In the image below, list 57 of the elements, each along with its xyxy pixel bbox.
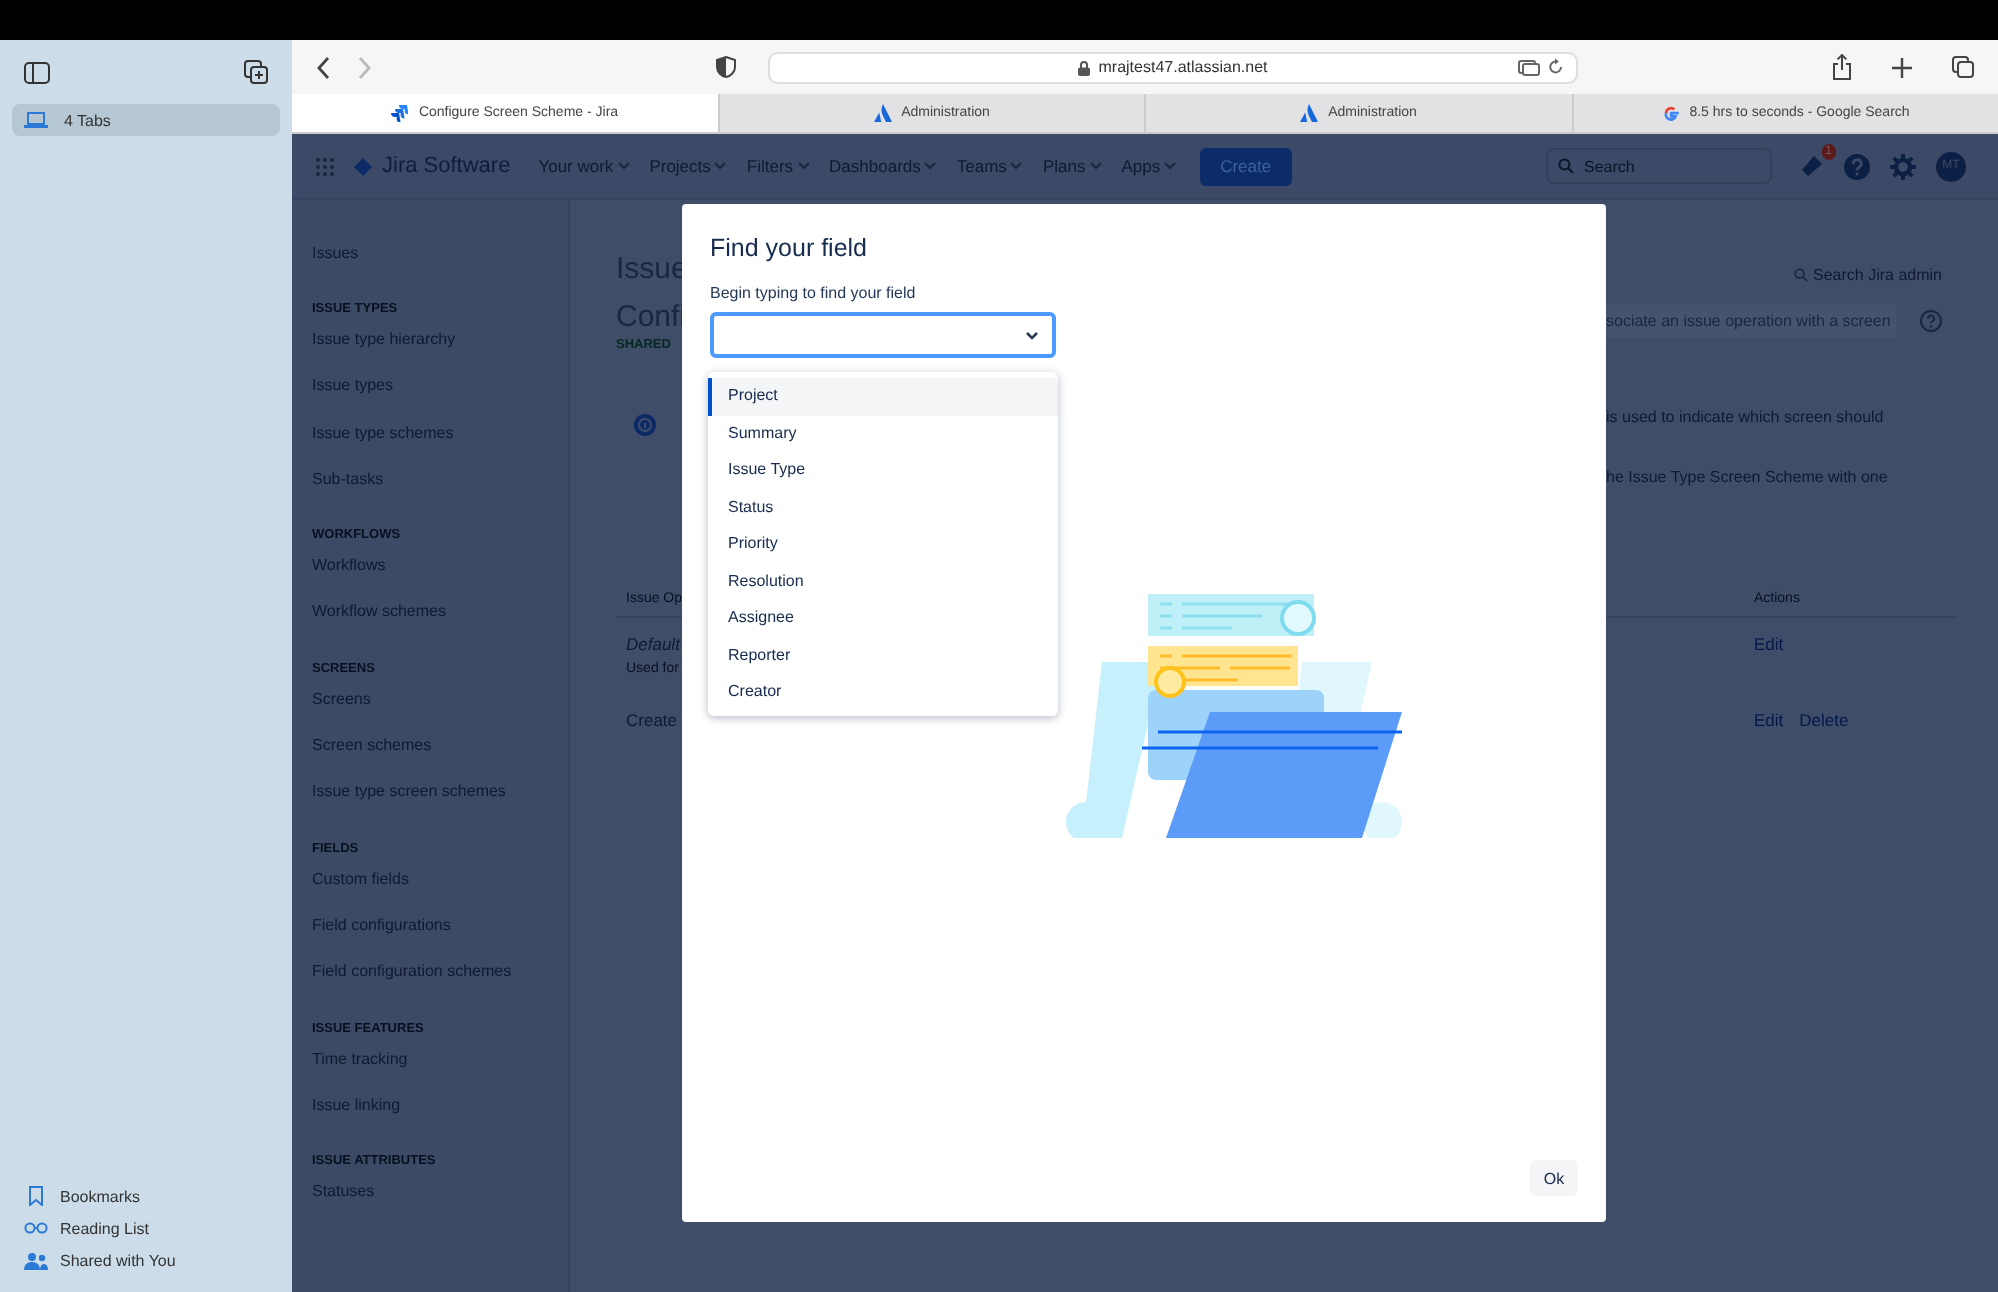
chevron-down-icon: [1026, 331, 1038, 339]
triangle-logo-icon: [1300, 104, 1319, 122]
field-select[interactable]: [710, 312, 1056, 358]
search-icon: [1793, 268, 1808, 282]
dropdown-option[interactable]: Priority: [708, 526, 1058, 563]
dialog-title: Find your field: [710, 232, 870, 264]
jira-logo-icon: [390, 104, 409, 122]
ok-button[interactable]: Ok: [1530, 1160, 1578, 1196]
field-label: Begin typing to find your field: [710, 284, 918, 302]
search-field[interactable]: Search: [1546, 148, 1772, 184]
caret-icon: [1010, 162, 1023, 170]
caret-icon: [617, 162, 630, 170]
search-admin-link[interactable]: Search Jira admin: [1606, 262, 1998, 288]
caret-icon: [1164, 162, 1177, 170]
sidebar-link[interactable]: Shared with You: [12, 1244, 280, 1276]
caret-icon: [797, 162, 810, 170]
action-link[interactable]: Delete: [1799, 710, 1849, 730]
address-bar[interactable]: mrajtest47.atlassian.net: [768, 51, 1578, 83]
back-icon[interactable]: [316, 55, 332, 79]
action-link[interactable]: Edit: [1754, 634, 1784, 654]
dropdown-option[interactable]: Reporter: [708, 637, 1058, 674]
table-cell: Default: [626, 634, 682, 654]
tabs-overview-icon[interactable]: [1952, 56, 1974, 78]
dropdown-option[interactable]: Creator: [708, 674, 1058, 711]
tab-group[interactable]: 4 Tabs: [12, 104, 280, 136]
caret-icon: [924, 162, 937, 170]
share-icon[interactable]: [1832, 54, 1852, 80]
new-tab-group-icon[interactable]: [244, 60, 268, 84]
dropdown-option[interactable]: Project: [708, 378, 1058, 415]
sidebar-link[interactable]: Bookmarks: [12, 1180, 280, 1212]
info-text: is used to indicate which screen should: [1606, 408, 1886, 430]
google-g-icon: [1661, 104, 1680, 122]
dropdown-option[interactable]: Status: [708, 489, 1058, 526]
laptop-icon: [24, 112, 48, 128]
triangle-logo-icon: [873, 104, 892, 122]
shield-icon[interactable]: [716, 56, 736, 78]
reader-icon[interactable]: [1518, 59, 1540, 75]
search-icon: [1558, 158, 1574, 174]
reload-icon[interactable]: [1548, 58, 1564, 76]
plus-icon[interactable]: [1892, 57, 1912, 77]
caret-icon: [714, 162, 727, 170]
sidebar-toggle-icon[interactable]: [24, 61, 50, 83]
dropdown-option[interactable]: Summary: [708, 415, 1058, 452]
action-link[interactable]: Edit: [1754, 710, 1784, 730]
info-text: he Issue Type Screen Scheme with one: [1606, 468, 1890, 490]
caret-icon: [1089, 162, 1102, 170]
diamond-icon: [354, 157, 372, 175]
sidebar-link[interactable]: Reading List: [12, 1212, 280, 1244]
dropdown-option[interactable]: Issue Type: [708, 452, 1058, 489]
dropdown-option[interactable]: Resolution: [708, 563, 1058, 600]
people-icon: [24, 1251, 48, 1269]
bookmark-icon: [24, 1186, 48, 1206]
lock-icon: [1078, 59, 1091, 75]
glasses-icon: [24, 1222, 48, 1234]
dropdown-option[interactable]: Assignee: [708, 600, 1058, 637]
table-cell-text: Create: [626, 710, 680, 730]
info-icon: [634, 414, 656, 436]
